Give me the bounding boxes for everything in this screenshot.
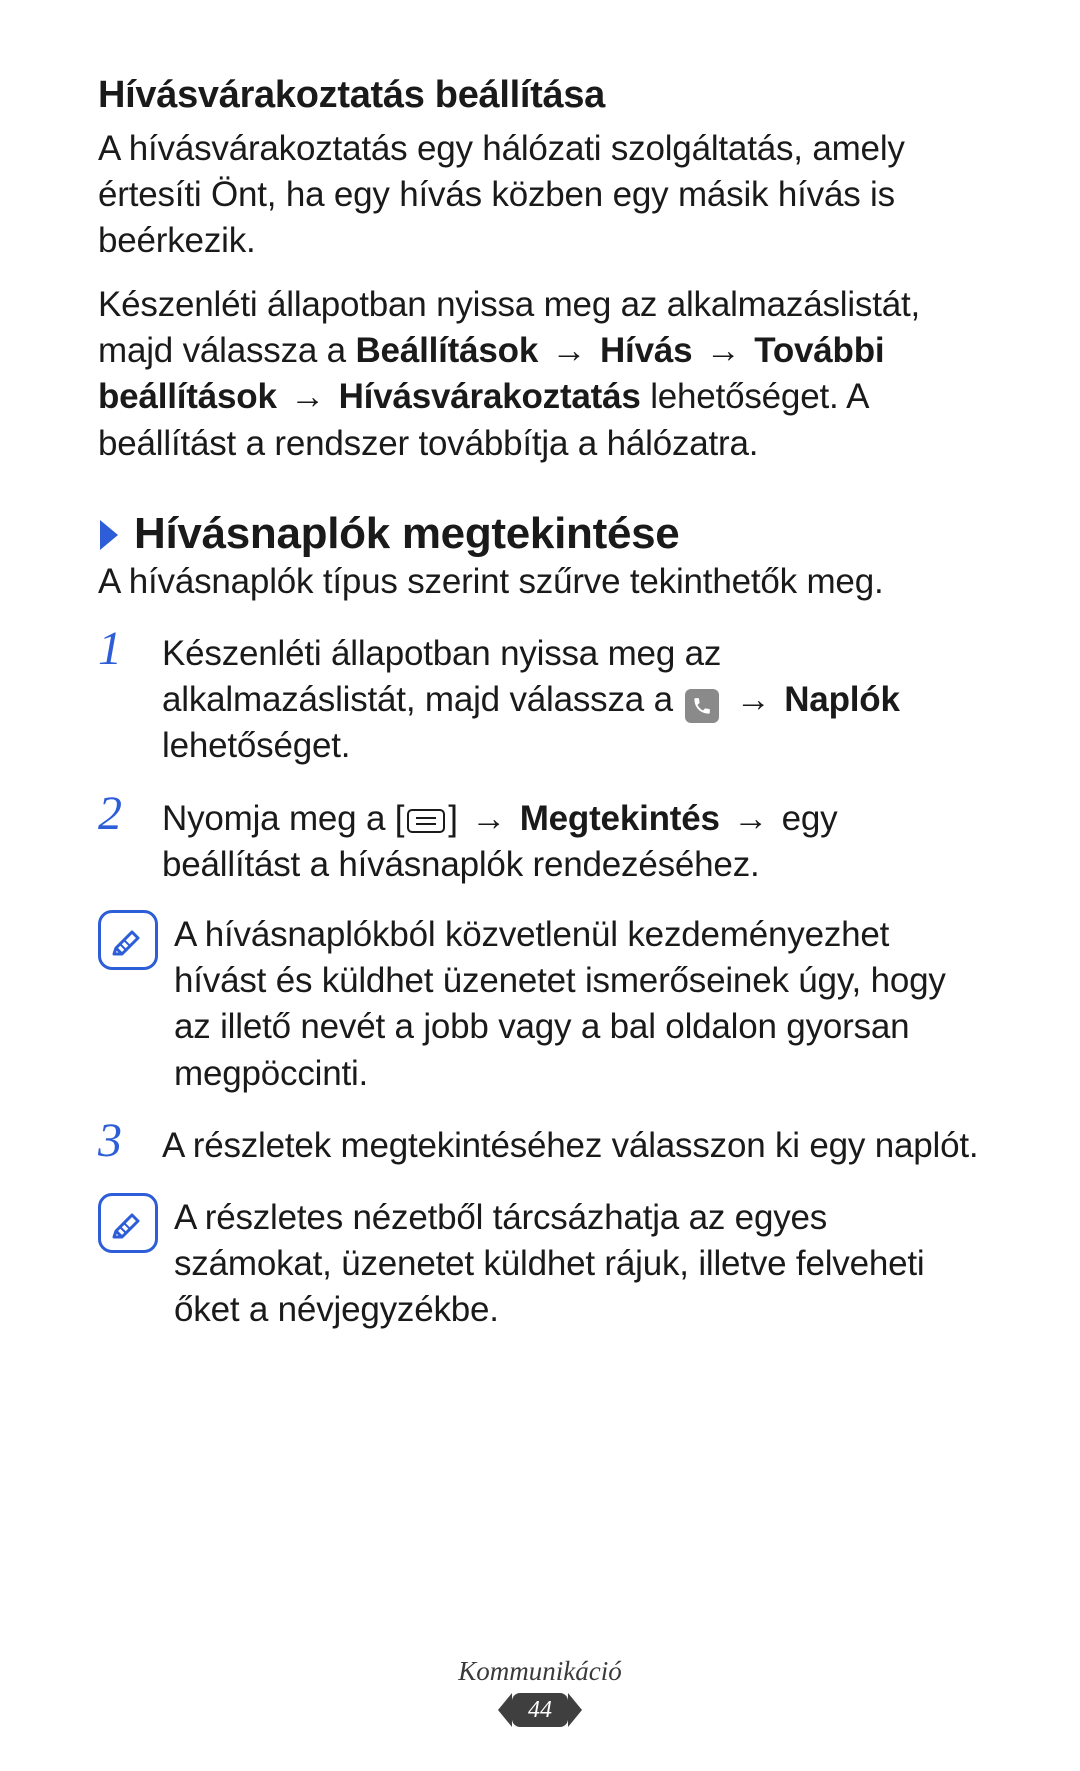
step-3-text: A részletek megtekintéséhez válasszon ki… — [162, 1123, 982, 1169]
step-1-text: Készenléti állapotban nyissa meg az alka… — [162, 631, 982, 770]
phone-icon — [685, 689, 719, 723]
note-detail-text: A részletes nézetből tárcsázhatja az egy… — [174, 1195, 982, 1334]
heading-call-waiting: Hívásvárakoztatás beállítása — [98, 72, 982, 120]
step-number-3: 3 — [98, 1117, 150, 1165]
path-beallitasok: Beállítások — [355, 331, 538, 370]
note-icon — [98, 910, 158, 970]
para-logs-intro: A hívásnaplók típus szerint szűrve tekin… — [98, 559, 982, 605]
step-number-2: 2 — [98, 790, 150, 882]
text-fragment: ] — [448, 799, 467, 838]
text-fragment: Nyomja meg a [ — [162, 799, 404, 838]
text-fragment: Készenléti állapotban nyissa meg az alka… — [162, 634, 721, 719]
footer-category: Kommunikáció — [0, 1656, 1080, 1687]
note-icon — [98, 1193, 158, 1253]
page-number: 44 — [528, 1697, 552, 1724]
para-callwaiting-desc: A hívásvárakoztatás egy hálózati szolgál… — [98, 126, 982, 265]
page-number-badge: 44 — [512, 1693, 568, 1727]
path-hivas: Hívás — [600, 331, 692, 370]
chevron-right-icon — [98, 518, 120, 552]
heading-call-logs: Hívásnaplók megtekintése — [134, 509, 679, 559]
arrow-icon: → — [471, 799, 506, 838]
arrow-icon: → — [552, 331, 587, 370]
note-swipe-text: A hívásnaplókból közvetlenül kezdeményez… — [174, 912, 982, 1097]
arrow-icon: → — [290, 377, 325, 416]
arrow-icon: → — [733, 799, 768, 838]
step-number-1: 1 — [98, 625, 150, 764]
menu-key-icon — [407, 807, 445, 835]
arrow-icon: → — [736, 680, 771, 719]
path-hivasvarakoztatas: Hívásvárakoztatás — [339, 377, 641, 416]
path-naplok: Naplók — [784, 680, 900, 719]
arrow-icon: → — [706, 331, 741, 370]
page-footer: Kommunikáció 44 — [0, 1656, 1080, 1727]
path-megtekintes: Megtekintés — [520, 799, 720, 838]
para-callwaiting-path: Készenléti állapotban nyissa meg az alka… — [98, 282, 982, 467]
step-2-text: Nyomja meg a [ ] → Megtekintés → egy beá… — [162, 796, 982, 888]
text-fragment: lehetőséget. — [162, 726, 350, 765]
